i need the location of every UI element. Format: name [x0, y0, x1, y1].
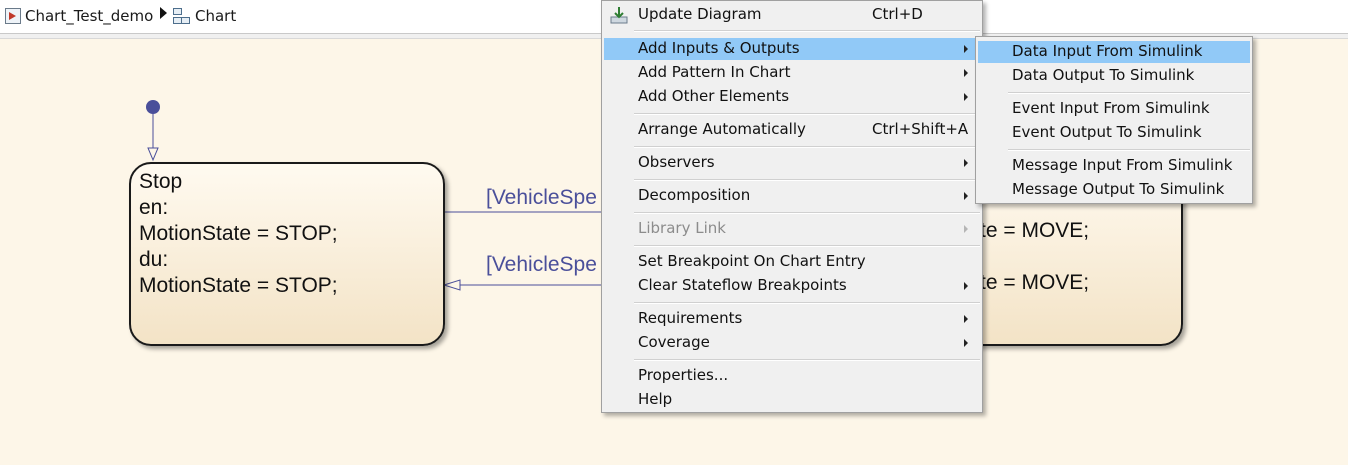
menu-shortcut: Ctrl+Shift+A	[872, 120, 969, 138]
stop-state-during-label: du:	[139, 248, 169, 271]
menu-label: Decomposition	[638, 186, 751, 204]
submenu-arrow-icon	[964, 159, 968, 167]
stop-state-during-action: MotionState = STOP;	[139, 274, 338, 297]
menu-separator	[634, 302, 980, 304]
menu-item-help[interactable]: Help	[604, 389, 980, 411]
state-stop[interactable]: Stop en: MotionState = STOP; du: MotionS…	[129, 162, 445, 346]
menu-separator	[634, 113, 980, 115]
submenu-arrow-icon	[964, 93, 968, 101]
stop-state-name: Stop	[139, 170, 183, 193]
menu-separator	[634, 359, 980, 361]
menu-label: Clear Stateflow Breakpoints	[638, 276, 847, 294]
menu-label: Data Output To Simulink	[1012, 66, 1195, 84]
stop-state-entry-action: MotionState = STOP;	[139, 222, 338, 245]
submenu-item-message-output[interactable]: Message Output To Simulink	[978, 179, 1250, 201]
menu-label: Add Inputs & Outputs	[638, 39, 800, 57]
menu-label: Requirements	[638, 309, 743, 327]
menu-label: Add Other Elements	[638, 87, 790, 105]
submenu-arrow-icon	[964, 282, 968, 290]
submenu-arrow-icon	[964, 192, 968, 200]
menu-label: Set Breakpoint On Chart Entry	[638, 252, 866, 270]
submenu-item-data-output[interactable]: Data Output To Simulink	[978, 65, 1250, 87]
submenu-inputs-outputs: Data Input From Simulink Data Output To …	[975, 36, 1253, 204]
move-state-fragment-2: te = MOVE;	[980, 271, 1090, 294]
menu-separator	[1008, 149, 1250, 151]
menu-label: Data Input From Simulink	[1012, 42, 1203, 60]
menu-label: Help	[638, 390, 673, 408]
menu-item-clear-breakpoints[interactable]: Clear Stateflow Breakpoints	[604, 275, 980, 297]
menu-shortcut: Ctrl+D	[872, 5, 923, 23]
menu-item-decomposition[interactable]: Decomposition	[604, 185, 980, 207]
menu-item-library-link: Library Link	[604, 218, 980, 240]
context-menu: Update Diagram Ctrl+D Add Inputs & Outpu…	[601, 0, 983, 413]
menu-item-observers[interactable]: Observers	[604, 152, 980, 174]
menu-item-add-other-elements[interactable]: Add Other Elements	[604, 86, 980, 108]
menu-item-set-breakpoint[interactable]: Set Breakpoint On Chart Entry	[604, 251, 980, 273]
move-state-fragment-1: te = MOVE;	[980, 219, 1090, 242]
submenu-item-event-input[interactable]: Event Input From Simulink	[978, 98, 1250, 120]
menu-separator	[634, 245, 980, 247]
menu-item-add-inputs-outputs[interactable]: Add Inputs & Outputs	[604, 38, 980, 60]
menu-item-arrange-automatically[interactable]: Arrange Automatically Ctrl+Shift+A	[604, 119, 980, 141]
menu-separator	[1008, 92, 1250, 94]
transition-arrowhead-to-stop	[442, 279, 461, 291]
menu-label: Library Link	[638, 219, 726, 237]
menu-label: Add Pattern In Chart	[638, 63, 791, 81]
menu-item-coverage[interactable]: Coverage	[604, 332, 980, 354]
menu-separator	[634, 179, 980, 181]
submenu-item-data-input[interactable]: Data Input From Simulink	[978, 41, 1250, 63]
menu-label: Arrange Automatically	[638, 120, 806, 138]
menu-item-requirements[interactable]: Requirements	[604, 308, 980, 330]
submenu-arrow-icon	[964, 339, 968, 347]
submenu-arrow-icon	[964, 45, 968, 53]
menu-label: Message Output To Simulink	[1012, 180, 1225, 198]
default-transition-arrowhead	[147, 147, 159, 162]
transition-label-move-to-stop[interactable]: [VehicleSpe	[486, 253, 597, 277]
default-transition-dot	[146, 100, 160, 114]
submenu-arrow-icon	[964, 225, 968, 233]
submenu-arrow-icon	[964, 69, 968, 77]
menu-label: Update Diagram	[638, 5, 762, 23]
menu-label: Event Output To Simulink	[1012, 123, 1202, 141]
menu-separator	[634, 146, 980, 148]
menu-label: Properties...	[638, 366, 729, 384]
submenu-item-event-output[interactable]: Event Output To Simulink	[978, 122, 1250, 144]
menu-label: Observers	[638, 153, 715, 171]
transition-label-stop-to-move[interactable]: [VehicleSpe	[486, 186, 597, 210]
submenu-item-message-input[interactable]: Message Input From Simulink	[978, 155, 1250, 177]
menu-separator	[634, 212, 980, 214]
menu-item-update-diagram[interactable]: Update Diagram Ctrl+D	[604, 4, 980, 26]
stop-state-entry-label: en:	[139, 196, 169, 219]
menu-separator	[634, 30, 980, 32]
menu-label: Message Input From Simulink	[1012, 156, 1233, 174]
menu-item-properties[interactable]: Properties...	[604, 365, 980, 387]
submenu-arrow-icon	[964, 315, 968, 323]
menu-label: Coverage	[638, 333, 710, 351]
update-diagram-icon	[610, 7, 628, 24]
menu-item-add-pattern[interactable]: Add Pattern In Chart	[604, 62, 980, 84]
menu-label: Event Input From Simulink	[1012, 99, 1210, 117]
